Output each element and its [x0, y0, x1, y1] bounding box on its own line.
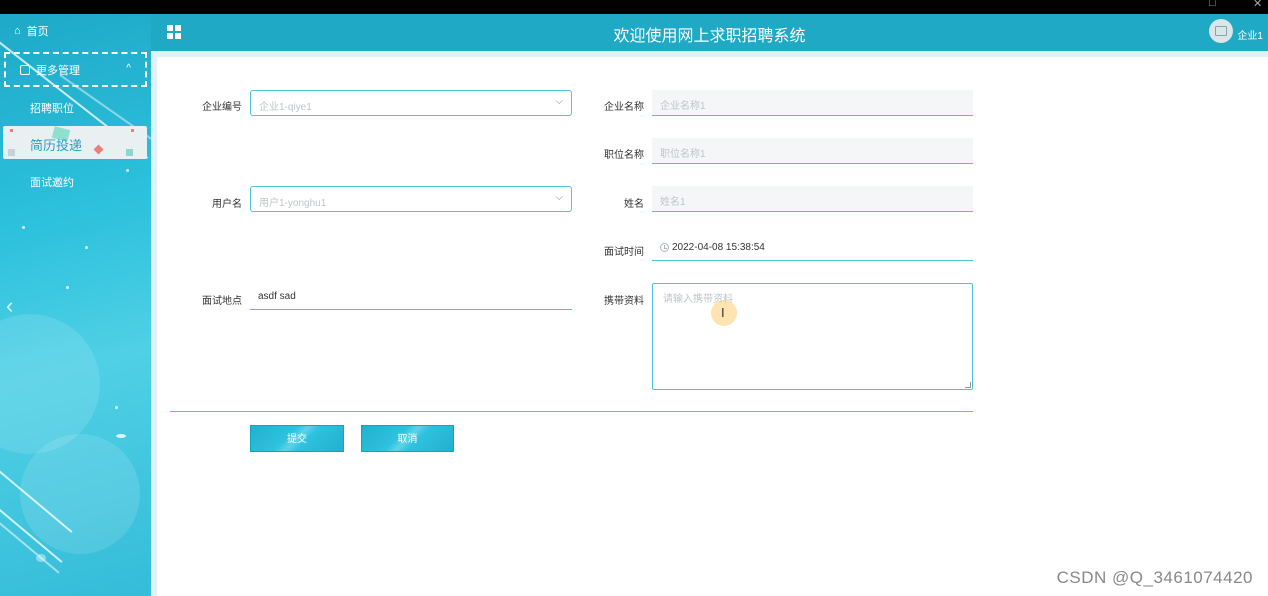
position-name-field[interactable]: 职位名称1 — [652, 138, 973, 164]
sidebar-glow — [0, 314, 100, 454]
name-field[interactable]: 姓名1 — [652, 186, 973, 212]
decor-confetti — [10, 129, 13, 132]
sidebar-item-resumes[interactable]: 简历投递 — [3, 126, 147, 159]
company-name-label: 企业名称 — [604, 102, 644, 113]
interview-location-label: 面试地点 — [202, 296, 242, 307]
sidebar-dot — [22, 226, 25, 229]
user-name[interactable]: 企业1 — [1237, 27, 1263, 42]
decor-confetti — [93, 144, 104, 155]
form-divider — [170, 411, 973, 412]
interview-time-label: 面试时间 — [604, 247, 644, 258]
watermark: CSDN @Q_3461074420 — [1056, 568, 1253, 587]
page-title: 欢迎使用网上求职招聘系统 — [613, 28, 806, 45]
company-id-label: 企业编号 — [202, 102, 242, 113]
name-placeholder: 姓名1 — [660, 197, 686, 208]
sidebar-dot — [36, 554, 46, 562]
company-id-select[interactable]: 企业1-qiye1 ⌵ — [250, 90, 572, 116]
username-label: 用户名 — [212, 199, 242, 210]
name-label: 姓名 — [624, 199, 644, 210]
decor-confetti — [8, 149, 15, 156]
text-cursor-icon: I — [721, 305, 725, 320]
sidebar-dot — [115, 406, 118, 409]
copy-icon — [20, 64, 30, 75]
sidebar-group-more[interactable]: 更多管理 ^ — [4, 52, 147, 87]
window-top-bar: □ ✕ — [0, 0, 1268, 14]
position-name-placeholder: 职位名称1 — [660, 149, 706, 160]
image-icon — [1215, 26, 1227, 36]
decor-confetti — [126, 149, 133, 156]
interview-location-value: asdf sad — [258, 291, 296, 302]
username-placeholder: 用户1-yonghu1 — [259, 198, 327, 209]
chevron-up-icon: ^ — [126, 63, 131, 74]
sidebar-glow — [20, 434, 140, 554]
position-name-label: 职位名称 — [604, 150, 644, 161]
interview-time-field[interactable]: 2022-04-08 15:38:54 — [652, 235, 973, 261]
sidebar-dot — [66, 286, 69, 289]
clock-icon — [660, 243, 669, 252]
header: 欢迎使用网上求职招聘系统 企业1 — [151, 14, 1268, 51]
sidebar-item-interviews[interactable]: 面试邀约 — [30, 174, 74, 190]
username-select[interactable]: 用户1-yonghu1 ⌵ — [250, 186, 572, 212]
sidebar-dot — [85, 246, 88, 249]
sidebar-item-jobs[interactable]: 招聘职位 — [30, 100, 74, 116]
sidebar-group-label: 更多管理 — [36, 64, 80, 77]
sidebar-dot — [116, 434, 126, 438]
collapse-arrow-icon[interactable]: ‹ — [6, 293, 13, 319]
company-name-placeholder: 企业名称1 — [660, 101, 706, 112]
sidebar-item-home[interactable]: ⌂ 首页 — [14, 23, 49, 39]
decor-confetti — [131, 129, 134, 132]
maximize-icon[interactable]: □ — [1209, 0, 1216, 9]
interview-location-field[interactable]: asdf sad — [250, 284, 572, 310]
sidebar-dot — [126, 169, 129, 172]
interview-time-value: 2022-04-08 15:38:54 — [672, 242, 765, 253]
materials-label: 携带资料 — [604, 296, 644, 307]
close-icon[interactable]: ✕ — [1253, 0, 1262, 10]
sidebar-item-label: 首页 — [26, 26, 49, 38]
resize-handle-icon[interactable] — [965, 382, 971, 388]
chevron-down-icon: ⌵ — [555, 96, 563, 107]
sidebar-item-label: 简历投递 — [30, 138, 83, 153]
sidebar: ⌂ 首页 更多管理 ^ 招聘职位 简历投递 面试邀约 ‹ — [0, 14, 151, 596]
chevron-down-icon: ⌵ — [555, 192, 563, 203]
home-icon: ⌂ — [14, 25, 21, 37]
submit-button[interactable]: 提交 — [250, 425, 344, 452]
materials-textarea[interactable]: 请输入携带资料 — [652, 283, 973, 390]
avatar[interactable] — [1209, 19, 1233, 43]
cancel-button[interactable]: 取消 — [361, 425, 454, 452]
company-name-field[interactable]: 企业名称1 — [652, 90, 973, 116]
company-id-placeholder: 企业1-qiye1 — [259, 102, 312, 113]
